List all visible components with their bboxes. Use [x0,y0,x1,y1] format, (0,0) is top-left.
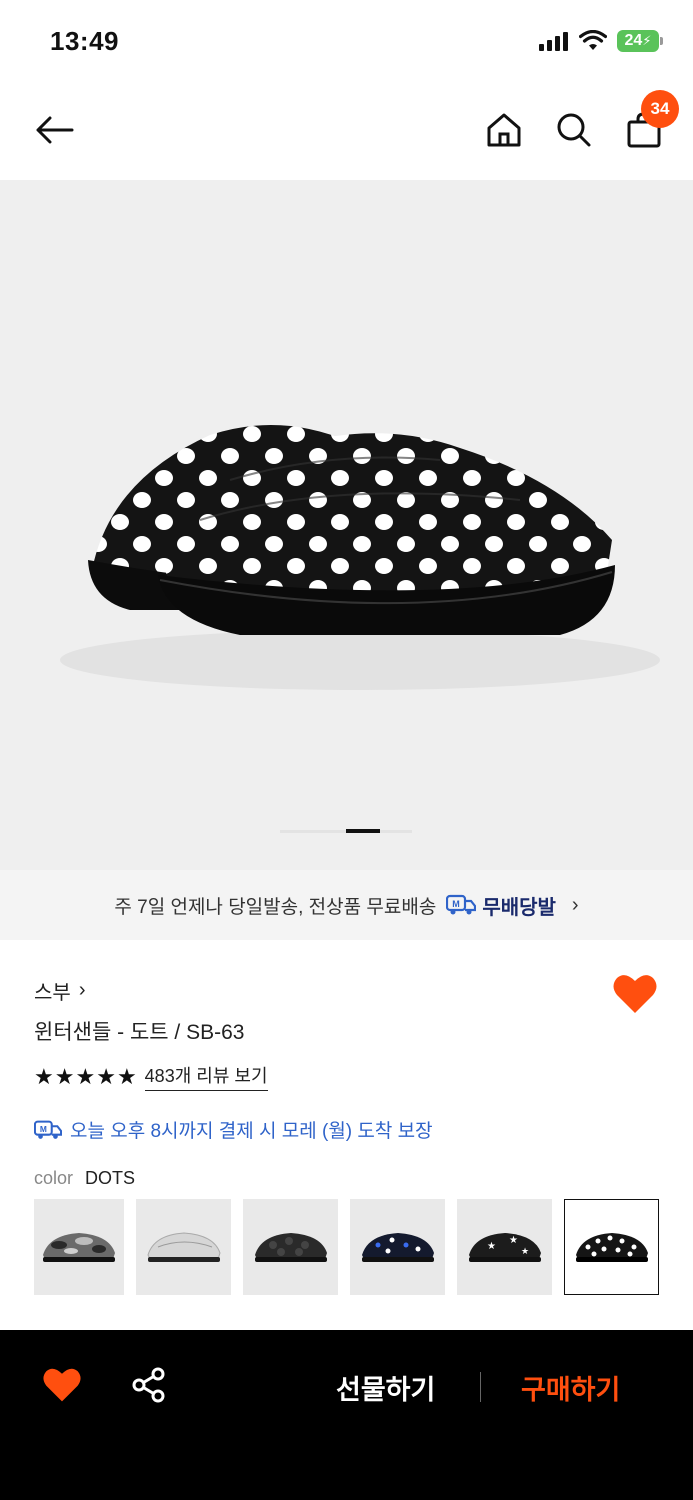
delivery-guarantee: M 오늘 오후 8시까지 결제 시 모레 (월) 도착 보장 [34,1116,433,1143]
color-option-dots-selected[interactable] [564,1199,659,1295]
share-icon [132,1367,165,1403]
home-icon [487,113,521,147]
color-label: color [34,1168,74,1188]
shipping-banner-text: 주 7일 언제나 당일발송, 전상품 무료배송 [114,896,437,918]
svg-text:M: M [453,899,461,909]
chevron-right-icon: › [78,979,86,1001]
star-icon: ★ [34,1063,54,1089]
brand-link[interactable]: 스부 › [34,976,85,1005]
wifi-icon [579,30,607,50]
home-button[interactable] [476,102,532,158]
product-image-carousel[interactable] [0,180,693,870]
shipping-brand: M 무배당발 [446,891,556,920]
slipper-thumbnail [361,1233,434,1262]
top-nav [0,84,693,180]
heart-icon [613,975,657,1013]
rating-row: ★ ★ ★ ★ ★ 483개 리뷰 보기 [34,1062,268,1091]
status-icons: 24 ⚡ [539,30,663,52]
divider [480,1372,481,1402]
battery-level: 24 [624,32,643,49]
slipper-thumbnail: ★ ★ ★ [468,1233,541,1262]
svg-text:★: ★ [487,1241,496,1252]
shipping-banner[interactable]: 주 7일 언제나 당일발송, 전상품 무료배송 M 무배당발 › [0,870,693,940]
slipper-thumbnail [43,1233,115,1262]
delivery-truck-icon: M [34,1120,62,1139]
color-option-black-dots[interactable] [243,1199,338,1295]
cart-count-badge: 34 [641,90,679,128]
color-value: DOTS [85,1168,136,1188]
search-button[interactable] [546,102,602,158]
share-button[interactable] [130,1366,170,1406]
star-icon: ★ [116,1063,137,1089]
color-options: ★ ★ ★ [34,1199,659,1295]
gift-button[interactable]: 선물하기 [336,1368,435,1407]
carousel-indicator-active [346,829,380,833]
shipping-brand-label: 무배당발 [482,896,556,919]
product-name: 윈터샌들 - 도트 / SB-63 [34,1021,245,1044]
heart-icon [43,1368,81,1402]
rating-stars: ★ ★ ★ ★ ★ [34,1063,137,1089]
arrow-left-icon [36,116,74,144]
battery-icon: 24 ⚡ [617,30,663,52]
status-bar: 13:49 24 ⚡ [0,0,693,84]
product-image [60,425,660,690]
favorite-button[interactable] [612,972,658,1016]
carousel-indicator [280,829,412,833]
bottom-action-bar: 선물하기 구매하기 [0,1330,693,1500]
slipper-thumbnail [254,1233,327,1262]
slipper-thumbnail [146,1232,221,1262]
svg-text:M: M [40,1123,47,1133]
delivery-truck-icon: M [446,894,477,915]
back-button[interactable] [26,102,82,158]
brand-name: 스부 [34,982,71,1004]
slipper-thumbnail [575,1233,648,1262]
buy-button[interactable]: 구매하기 [521,1368,620,1407]
star-icon: ★ [54,1063,75,1089]
svg-text:★: ★ [509,1235,518,1246]
color-option-star[interactable]: ★ ★ ★ [457,1199,552,1295]
color-option-silver[interactable] [136,1199,231,1295]
color-option-navy-dots[interactable] [350,1199,445,1295]
search-icon [557,113,591,147]
wishlist-button[interactable] [42,1366,86,1406]
cellular-signal-icon [539,32,568,51]
star-icon: ★ [75,1063,96,1089]
delivery-notice: 오늘 오후 8시까지 결제 시 모레 (월) 도착 보장 [70,1121,433,1142]
color-row: color DOTS [34,1168,135,1189]
color-option-camo[interactable] [34,1199,124,1295]
chevron-right-icon: › [571,893,579,916]
svg-text:★: ★ [521,1247,529,1257]
review-link[interactable]: 483개 리뷰 보기 [144,1062,268,1091]
star-icon: ★ [96,1063,116,1089]
status-time: 13:49 [50,26,119,56]
